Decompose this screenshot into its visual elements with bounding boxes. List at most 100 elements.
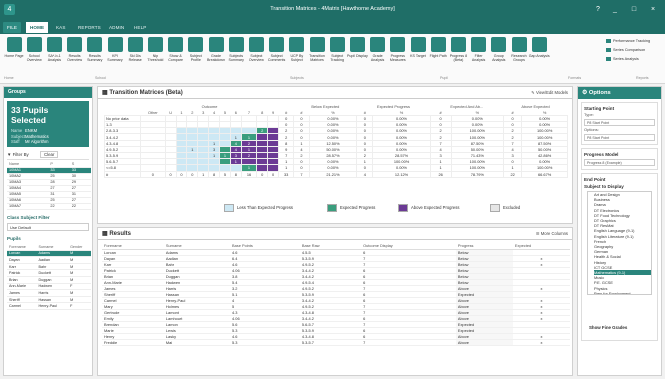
ribbon-button-label: Ski Dis Release bbox=[128, 54, 142, 63]
pupil-row[interactable]: Patrick Duckett M bbox=[7, 269, 91, 277]
progress-model-select[interactable]: Progress 8 (Example) bbox=[584, 159, 655, 166]
ribbon-button-17[interactable]: Pupil Display bbox=[346, 37, 368, 75]
pupil-row[interactable]: Brian Duggan M bbox=[7, 276, 91, 284]
matrix-cell[interactable]: 0 bbox=[175, 170, 188, 178]
class-table: Name P S 10MA1 33 33 10MA2 25 30 10MA3 28 29 10MA… bbox=[7, 161, 91, 210]
pupil-row[interactable]: Lorcan Adams M bbox=[7, 250, 91, 258]
filter-label[interactable]: Filter By bbox=[13, 152, 29, 157]
maximize-button[interactable]: □ bbox=[627, 4, 641, 15]
ribbon-small-icon bbox=[606, 57, 611, 61]
ribbon-button-10[interactable]: Grade Breakdown bbox=[205, 37, 227, 75]
menu-tab-reports[interactable]: REPORTS bbox=[74, 22, 105, 33]
ribbon-button-22[interactable]: Progress 8 (Beta) bbox=[447, 37, 469, 75]
ribbon-button-20[interactable]: KS Target bbox=[407, 37, 429, 75]
ribbon-button-13[interactable]: Subject Comments bbox=[266, 37, 288, 75]
ribbon-button-label: Nip Threshold bbox=[147, 54, 164, 63]
ribbon-button-2[interactable]: SA*-b-1 Analysis bbox=[43, 37, 65, 75]
class-row[interactable]: 10MA7 22 22 bbox=[7, 203, 91, 210]
class-subject-filter-select[interactable]: Use Default bbox=[7, 222, 89, 231]
pupil-col-forename[interactable]: Forename bbox=[7, 243, 37, 251]
ribbon-small-button-2[interactable]: Series Analysis bbox=[606, 57, 639, 61]
pupil-cell: Bahr bbox=[36, 263, 69, 271]
type-select[interactable]: P8 Start Point bbox=[584, 119, 655, 126]
pupil-row[interactable]: James Harris M bbox=[7, 289, 91, 297]
ribbon-button-0[interactable]: Home Page bbox=[3, 37, 25, 75]
matrix-cell[interactable]: 16 bbox=[240, 170, 258, 178]
matrix-cell[interactable]: 8 bbox=[229, 170, 242, 178]
more-columns-button[interactable]: ☰ More Columns bbox=[536, 228, 568, 240]
menu-tab-home[interactable]: HOME bbox=[26, 22, 49, 33]
ribbon-button-25[interactable]: Research Groups bbox=[508, 37, 530, 75]
subject-item[interactable]: Prep for Employment bbox=[594, 291, 651, 294]
ribbon-button-label: Subject Overview bbox=[248, 54, 264, 63]
ribbon-button-1[interactable]: School Overview bbox=[23, 37, 45, 75]
subject-list[interactable]: Art and Design Business Drama DT Electronic… bbox=[587, 191, 652, 295]
ribbon-button-4[interactable]: Results Summary bbox=[84, 37, 106, 75]
matrix-cell[interactable]: 0 bbox=[186, 170, 199, 178]
results-row[interactable]: Freddie Mai 5.3 5.3-5.7 7 Above x bbox=[102, 339, 570, 346]
close-button[interactable]: × bbox=[646, 4, 660, 15]
help-icon[interactable]: ? bbox=[591, 4, 605, 15]
results-column-header[interactable]: Surname bbox=[163, 242, 231, 250]
ribbon-button-24[interactable]: Group Analysis bbox=[488, 37, 510, 75]
ribbon-button-9[interactable]: Subject Profile bbox=[185, 37, 207, 75]
ribbon-button-11[interactable]: Subjects Summary bbox=[225, 37, 247, 75]
clear-button[interactable]: Clear bbox=[39, 151, 59, 158]
ribbon-button-8[interactable]: Show & Compare bbox=[165, 37, 187, 75]
matrix-cell[interactable]: 0 bbox=[256, 170, 269, 178]
pupil-row[interactable]: Karr Bahr M bbox=[7, 263, 91, 271]
pupil-col-surname[interactable]: Surname bbox=[36, 243, 69, 251]
menu-tab-file[interactable]: FILE bbox=[3, 22, 22, 33]
minimize-button[interactable]: _ bbox=[608, 4, 622, 15]
options-select[interactable]: P8 Start Point bbox=[584, 134, 655, 141]
pupil-row[interactable]: Sheriff Hassan M bbox=[7, 296, 91, 304]
matrix-cell[interactable]: 0 bbox=[267, 170, 279, 178]
ribbon-button-icon bbox=[46, 37, 62, 52]
pupil-row[interactable]: Carmel Henry-Paul F bbox=[7, 302, 91, 310]
ribbon-button-6[interactable]: Ski Dis Release bbox=[124, 37, 146, 75]
ribbon-button-label: Subject Profile bbox=[189, 54, 202, 63]
ribbon-button-icon bbox=[289, 37, 305, 52]
pupil-row[interactable]: Ann-Marie Hadwen F bbox=[7, 283, 91, 291]
ribbon-button-19[interactable]: Progress Measures bbox=[387, 37, 409, 75]
ribbon-button-26[interactable]: Gap Analysis bbox=[528, 37, 550, 75]
starting-point-label: Starting Point bbox=[584, 106, 615, 111]
pupil-col-gender[interactable]: Gender bbox=[68, 243, 91, 251]
matrix-cell[interactable]: 0 bbox=[164, 170, 177, 178]
ribbon-button-21[interactable]: Flight Path bbox=[427, 37, 449, 75]
matrix-cell[interactable]: 8 bbox=[208, 170, 221, 178]
results-column-header[interactable]: Progress bbox=[455, 242, 513, 250]
matrix-cell[interactable]: 0 bbox=[140, 170, 166, 178]
ribbon-small-button-1[interactable]: Series Comparison bbox=[606, 48, 645, 52]
menu-tab-kas[interactable]: KAS bbox=[52, 22, 70, 33]
results-title: Results bbox=[109, 231, 132, 237]
menu-tab-admin[interactable]: ADMIN bbox=[105, 22, 128, 33]
ribbon-button-3[interactable]: Results Overview bbox=[64, 37, 86, 75]
ribbon-button-icon bbox=[127, 37, 143, 52]
ribbon-button-14[interactable]: UCP By Subject bbox=[286, 37, 308, 75]
matrix-cell[interactable]: 5 bbox=[219, 170, 231, 178]
show-fine-grades-toggle[interactable]: Show Fine Grades bbox=[589, 325, 627, 330]
pupil-row[interactable]: Dayan Aadian M bbox=[7, 256, 91, 264]
ribbon-small-button-0[interactable]: Performance Tracking bbox=[606, 39, 650, 43]
results-column-header[interactable]: Expected bbox=[512, 242, 570, 250]
ribbon-button-16[interactable]: Subject Tracking bbox=[326, 37, 348, 75]
view-edit-models-button[interactable]: ✎ View/Edit Models bbox=[531, 87, 568, 99]
ribbon-button-12[interactable]: Subject Overview bbox=[245, 37, 267, 75]
matrix-cell[interactable]: 1 bbox=[197, 170, 210, 178]
results-column-header[interactable]: Forename bbox=[102, 242, 164, 250]
menu-tab-help[interactable]: HELP bbox=[130, 22, 150, 33]
group-card[interactable]: 33 Pupils Selected Name ENKM SubjectMathe… bbox=[7, 101, 89, 147]
ribbon-button-18[interactable]: Grade Analysis bbox=[367, 37, 389, 75]
ribbon-button-15[interactable]: Transition Matrices bbox=[306, 37, 328, 75]
pupil-cell: M bbox=[68, 269, 91, 277]
ribbon-button-23[interactable]: Filter Analysis bbox=[468, 37, 490, 75]
results-column-header[interactable]: Base Raw bbox=[299, 242, 362, 250]
ribbon-button-7[interactable]: Nip Threshold bbox=[144, 37, 166, 75]
ribbon-button-label: KS Target bbox=[410, 54, 426, 58]
ribbon-button-label: Grade Analysis bbox=[370, 54, 385, 63]
results-column-header[interactable]: Outcome Display bbox=[361, 242, 456, 250]
ribbon-button-icon bbox=[309, 37, 325, 52]
results-column-header[interactable]: Base Points bbox=[230, 242, 300, 250]
ribbon-button-5[interactable]: KPI Summary bbox=[104, 37, 126, 75]
